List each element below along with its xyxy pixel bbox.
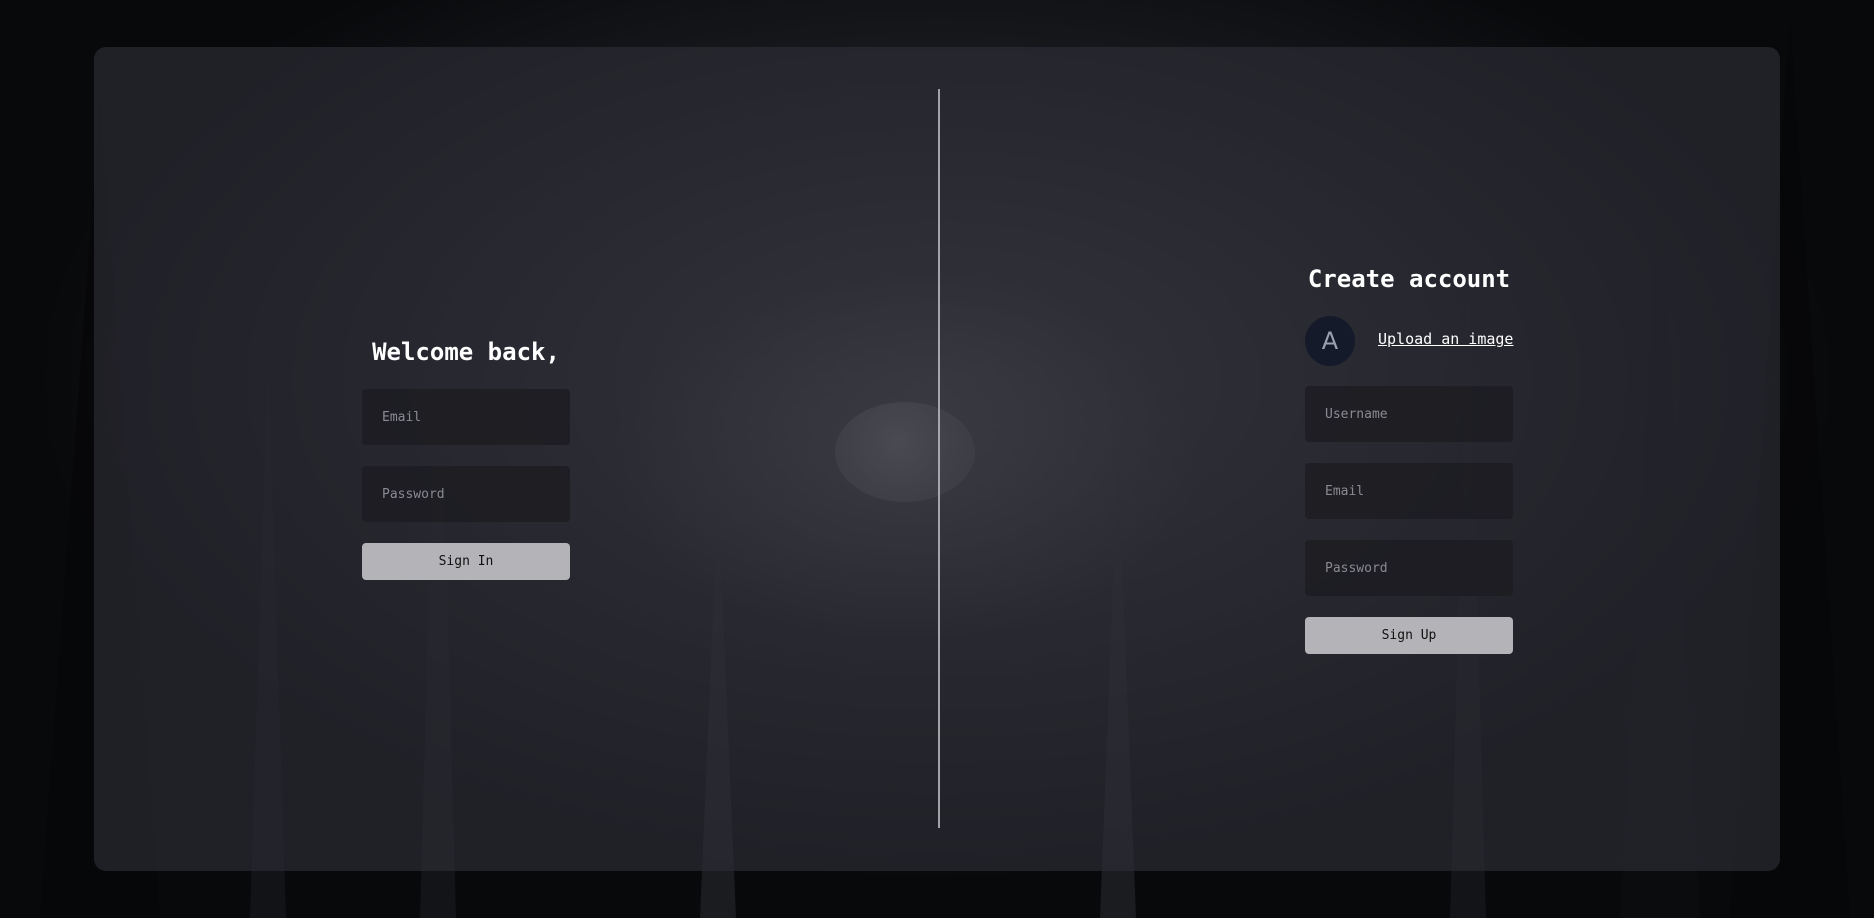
sign-in-email-field[interactable] [362, 389, 570, 445]
avatar: A [1305, 316, 1355, 366]
sign-up-email-field[interactable] [1305, 463, 1513, 519]
sign-up-title: Create account [1307, 265, 1511, 293]
upload-image-link[interactable]: Upload an image [1378, 330, 1513, 348]
sign-in-password-field[interactable] [362, 466, 570, 522]
sign-up-button[interactable]: Sign Up [1305, 617, 1513, 654]
sign-in-title: Welcome back, [372, 338, 560, 366]
sign-up-username-field[interactable] [1305, 386, 1513, 442]
sign-up-password-field[interactable] [1305, 540, 1513, 596]
sign-in-button[interactable]: Sign In [362, 543, 570, 580]
avatar-initial: A [1321, 327, 1339, 355]
auth-card [94, 47, 1780, 871]
panel-divider [938, 89, 940, 828]
